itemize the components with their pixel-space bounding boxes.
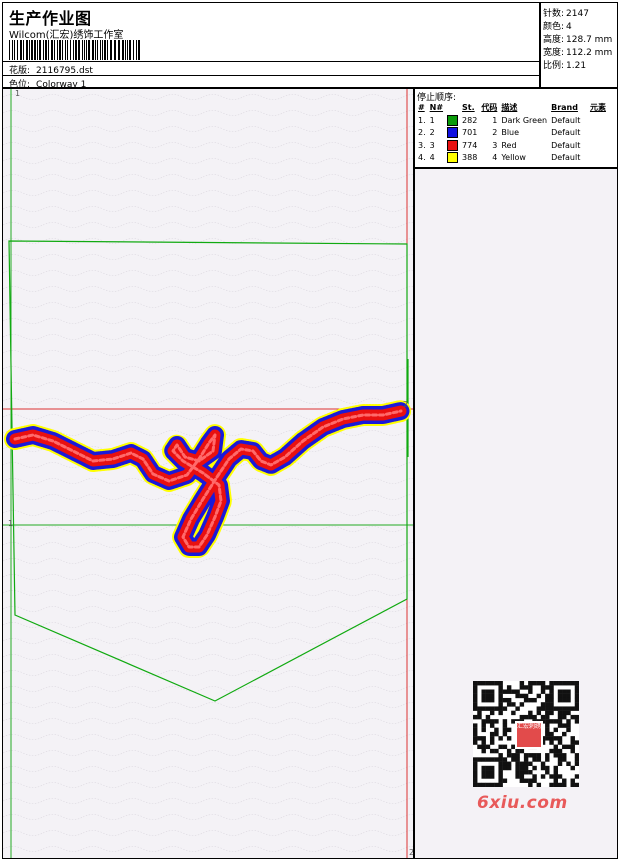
stat-color-count: 颜色: 4 [543,22,572,32]
embroidery-canvas [3,89,413,858]
watermark-site: 6xiu.com [477,793,568,813]
col-needle: N# [429,103,444,112]
header-panel: 生产作业图 Wilcom(汇宏)绣饰工作室 花版: 2116795.dst 色位:… [2,2,540,90]
color-swatch [447,114,459,126]
table-row: 2. 2 701 2 Blue Default [418,127,581,139]
design-preview: 1 1 2 2 [2,88,414,859]
col-brand: Brand [551,103,578,112]
col-index: # [418,103,425,112]
col-stitches: St. [462,103,475,112]
col-code: 代码 [481,103,498,112]
table-row: 1. 1 282 1 Dark Green Default [418,114,581,126]
col-swatch [445,101,460,114]
barcode-icon [9,40,140,60]
side-panel: 汇宏刺绣 6xiu.com [414,168,618,859]
marker-top-left: 1 [15,89,21,98]
stats-panel: 针数: 2147 颜色: 4 高度: 128.7 mm 宽度: 112.2 mm 比例:… [540,2,618,88]
marker-right-cross: 2 [403,400,409,409]
header-divider [3,75,539,76]
col-description: 描述 [501,103,518,112]
color-swatch [447,152,459,164]
stat-scale: 比例: 1.21 [543,61,587,71]
stop-sequence-panel: 停止顺序: # N# St. 代码 描述 Brand 元素 1. 1 282 1… [414,88,618,168]
table-row: 4. 4 388 4 Yellow Default [418,152,581,164]
studio-name: Wilcom(汇宏)绣饰工作室 [9,30,124,41]
color-swatch [447,139,459,151]
header-divider [3,61,539,62]
table-row: 3. 3 774 3 Red Default [418,139,581,151]
stat-stitch-count: 针数: 2147 [543,9,589,19]
col-element: 元素 [589,103,606,112]
stop-sequence-table: # N# St. 代码 描述 Brand 元素 1. 1 282 1 Dark … [416,101,608,164]
table-header-row: # N# St. 代码 描述 Brand 元素 [416,101,608,114]
watermark-logo: 汇宏刺绣 [515,721,543,749]
stat-width: 宽度: 112.2 mm [543,48,613,58]
marker-mid-left: 1 [8,519,14,528]
color-swatch [447,127,459,139]
stat-height: 高度: 128.7 mm [543,35,613,45]
